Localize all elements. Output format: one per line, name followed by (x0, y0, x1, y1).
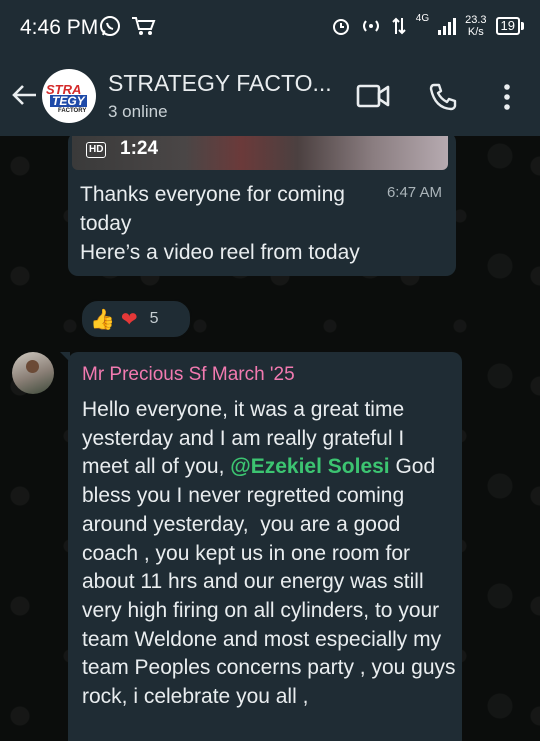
network-speed: 23.3 K/s (465, 14, 487, 38)
thumbs-up-icon: 👍 (90, 308, 115, 331)
chat-header: STRA TEGY FACTORY STRATEGY FACTO... 3 on… (0, 56, 540, 136)
heart-icon: ❤ (120, 308, 138, 331)
video-duration: 1:24 (120, 138, 159, 159)
back-arrow-icon[interactable] (10, 80, 40, 110)
message-bubble[interactable]: Mr Precious Sf March '25 Hello everyone,… (60, 352, 462, 741)
group-avatar[interactable]: STRA TEGY FACTORY (42, 69, 96, 123)
online-status: 3 online (108, 102, 168, 121)
more-options-icon[interactable] (498, 82, 516, 112)
reaction-count: 5 (149, 310, 159, 327)
message-bubble[interactable]: HD 1:24 Thanks everyone for coming today… (68, 136, 456, 276)
whatsapp-notification-icon (100, 16, 120, 36)
mention-link[interactable]: @Ezekiel Solesi (230, 455, 389, 478)
network-type: 4G (415, 12, 430, 24)
signal-icon (438, 18, 457, 35)
message-time: 6:47 AM (386, 184, 442, 201)
status-time: 4:46 PM (20, 16, 99, 39)
hotspot-icon (362, 20, 379, 32)
video-thumbnail[interactable]: HD 1:24 (72, 136, 448, 170)
chat-title[interactable]: STRATEGY FACTO... (108, 70, 332, 97)
message-text: Thanks everyone for coming today Here’s … (80, 183, 360, 264)
cart-notification-icon (132, 17, 156, 35)
avatar[interactable] (12, 352, 54, 394)
status-bar: 4:46 PM 4G 23.3 K/s 19 (0, 0, 540, 56)
alarm-icon (332, 19, 349, 35)
battery-indicator: 19 (495, 17, 524, 35)
phone-icon[interactable] (428, 82, 458, 112)
message-text: Hello everyone, it was a great time yest… (82, 398, 462, 709)
message-reactions[interactable]: 👍 ❤ 5 (80, 299, 192, 339)
hd-badge: HD (86, 142, 107, 158)
sender-name[interactable]: Mr Precious Sf March '25 (82, 364, 295, 386)
data-transfer-icon (392, 17, 406, 35)
chat-area[interactable]: HD 1:24 Thanks everyone for coming today… (0, 136, 540, 741)
video-call-icon[interactable] (356, 82, 390, 110)
